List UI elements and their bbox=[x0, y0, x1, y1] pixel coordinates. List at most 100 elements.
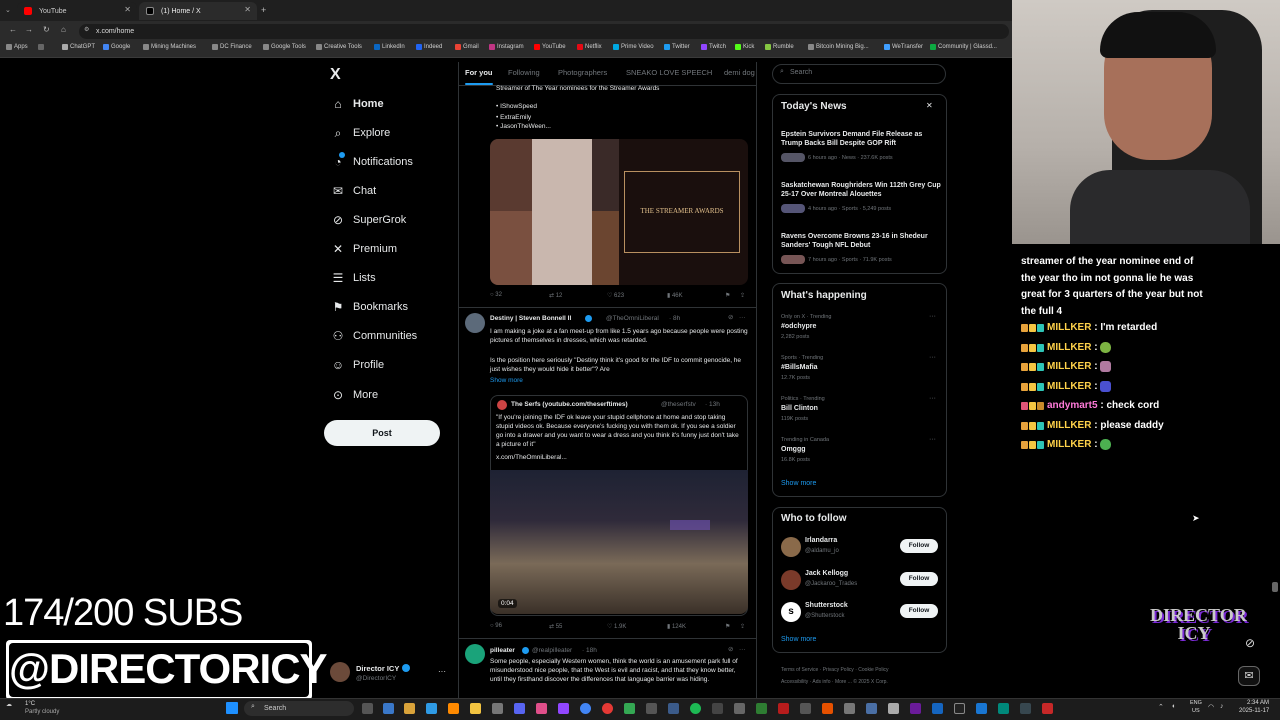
taskbar-search[interactable]: Search bbox=[244, 701, 354, 716]
folder-icon[interactable] bbox=[470, 703, 481, 714]
app-icon[interactable] bbox=[712, 703, 723, 714]
nav-chat[interactable]: ✉ Chat bbox=[331, 181, 376, 201]
footer-link[interactable]: Ads info bbox=[812, 679, 830, 685]
views-button[interactable]: ▮ 124K bbox=[667, 623, 686, 630]
bookmark-item[interactable]: Gmail bbox=[455, 44, 479, 50]
home-icon[interactable]: ⌂ bbox=[61, 25, 66, 34]
nav-premium[interactable]: ✕ Premium bbox=[331, 239, 397, 259]
footer-link[interactable]: Privacy Policy bbox=[823, 667, 854, 673]
bookmark-item[interactable]: LinkedIn bbox=[374, 44, 405, 50]
more-icon[interactable]: ··· bbox=[929, 313, 936, 320]
tray-chevron-icon[interactable]: ⌃ bbox=[1158, 703, 1164, 711]
edge-icon[interactable] bbox=[426, 703, 437, 714]
tab-x-home[interactable]: (1) Home / X ✕ bbox=[139, 2, 257, 20]
bookmark-item[interactable]: Rumble bbox=[765, 44, 794, 50]
tab-following[interactable]: Following bbox=[508, 68, 540, 77]
show-more-link[interactable]: Show more bbox=[490, 376, 523, 385]
app-icon[interactable] bbox=[844, 703, 855, 714]
share-icon[interactable]: ⇪ bbox=[740, 292, 745, 299]
task-view-icon[interactable] bbox=[362, 703, 373, 714]
app-icon[interactable] bbox=[866, 703, 877, 714]
app-icon[interactable] bbox=[492, 703, 503, 714]
bookmark-item[interactable]: ChatGPT bbox=[62, 44, 95, 50]
app-icon[interactable] bbox=[910, 703, 921, 714]
app-icon[interactable] bbox=[976, 703, 987, 714]
bookmark-item[interactable]: Twitter bbox=[664, 44, 690, 50]
x-logo[interactable]: X bbox=[330, 66, 341, 84]
nav-bookmarks[interactable]: ⚑ Bookmarks bbox=[331, 297, 408, 317]
nav-more[interactable]: ⊙ More bbox=[331, 385, 378, 405]
bookmark-icon[interactable]: ⚑ bbox=[725, 292, 730, 299]
bookmark-item[interactable]: Indeed bbox=[416, 44, 442, 50]
footer-link[interactable]: Cookie Policy bbox=[858, 667, 888, 673]
trend-name[interactable]: Omggg bbox=[781, 446, 806, 453]
close-icon[interactable]: ✕ bbox=[244, 5, 251, 14]
show-more-link[interactable]: Show more bbox=[781, 636, 816, 643]
quote-link[interactable]: x.com/TheOmniLiberal... bbox=[496, 453, 567, 462]
app-icon[interactable] bbox=[404, 703, 415, 714]
app-icon[interactable] bbox=[734, 703, 745, 714]
footer-link[interactable]: Accessibility bbox=[781, 679, 808, 685]
wifi-icon[interactable]: ◠ bbox=[1208, 703, 1214, 711]
tweet-video[interactable] bbox=[490, 470, 748, 614]
bookmark-item[interactable]: Netflix bbox=[577, 44, 602, 50]
app-icon[interactable] bbox=[778, 703, 789, 714]
news-headline[interactable]: Epstein Survivors Demand File Release as… bbox=[781, 130, 941, 148]
news-headline[interactable]: Saskatchewan Roughriders Win 112th Grey … bbox=[781, 181, 941, 199]
account-menu-icon[interactable]: ··· bbox=[438, 667, 446, 676]
app-icon[interactable] bbox=[536, 703, 547, 714]
windows-start-icon[interactable] bbox=[226, 702, 238, 714]
avatar[interactable] bbox=[781, 570, 801, 590]
trend-name[interactable]: #odchypre bbox=[781, 323, 816, 330]
tweet-author[interactable]: Destiny | Steven Bonnell II bbox=[490, 314, 571, 323]
twitch-icon[interactable] bbox=[558, 703, 569, 714]
close-icon[interactable]: ✕ bbox=[926, 101, 933, 110]
follow-name[interactable]: Jack Kellogg bbox=[805, 570, 848, 577]
bookmark-item[interactable]: Bitcoin Mining Big... bbox=[808, 44, 869, 50]
follow-name[interactable]: Irlandarra bbox=[805, 537, 837, 544]
grok-icon[interactable]: ⊘ bbox=[728, 313, 733, 322]
tab-demi-dog[interactable]: demi dog bbox=[724, 68, 755, 77]
app-icon[interactable] bbox=[383, 703, 394, 714]
follow-name[interactable]: Shutterstock bbox=[805, 602, 848, 609]
tab-sneako[interactable]: SNEAKO LOVE SPEECH bbox=[626, 68, 712, 77]
lang-indicator[interactable]: ENG bbox=[1190, 700, 1202, 706]
discord-icon[interactable] bbox=[514, 703, 525, 714]
more-icon[interactable]: ··· bbox=[929, 354, 936, 361]
avatar[interactable] bbox=[781, 537, 801, 557]
share-icon[interactable]: ⇪ bbox=[740, 623, 745, 630]
close-icon[interactable]: ✕ bbox=[124, 5, 131, 14]
tweet-author[interactable]: pilleater bbox=[490, 646, 515, 655]
avatar[interactable] bbox=[330, 662, 350, 682]
bookmark-item[interactable]: Apps bbox=[6, 44, 28, 50]
app-icon[interactable] bbox=[998, 703, 1009, 714]
app-icon[interactable] bbox=[888, 703, 899, 714]
shutterstock-logo[interactable]: s bbox=[781, 602, 801, 622]
bookmark-item[interactable]: DC Finance bbox=[212, 44, 252, 50]
bookmark-item[interactable]: Instagram bbox=[489, 44, 524, 50]
show-more-link[interactable]: Show more bbox=[781, 480, 816, 487]
more-icon[interactable]: ··· bbox=[739, 645, 746, 654]
obs-icon[interactable] bbox=[602, 703, 613, 714]
new-tab-icon[interactable]: + bbox=[261, 5, 266, 15]
bookmark-item[interactable]: Google Tools bbox=[263, 44, 306, 50]
scrollbar-thumb[interactable] bbox=[1272, 582, 1278, 592]
more-icon[interactable]: ··· bbox=[739, 313, 746, 322]
follow-button[interactable]: Follow bbox=[900, 572, 938, 586]
tab-for-you[interactable]: For you bbox=[465, 68, 493, 77]
bookmark-item[interactable]: Mining Machines bbox=[143, 44, 196, 50]
x-app-icon[interactable] bbox=[954, 703, 965, 714]
views-button[interactable]: ▮ 46K bbox=[667, 292, 683, 299]
tray-icon[interactable]: ◐ bbox=[1172, 703, 1176, 710]
reply-button[interactable]: ○ 32 bbox=[490, 292, 502, 298]
site-info-icon[interactable]: ⚙ bbox=[84, 26, 89, 33]
bookmark-item[interactable]: Prime Video bbox=[613, 44, 654, 50]
back-icon[interactable]: ← bbox=[9, 25, 17, 34]
mail-icon[interactable]: ✉ bbox=[1238, 666, 1260, 686]
tab-menu-icon[interactable]: ⌄ bbox=[5, 6, 11, 14]
volume-icon[interactable]: ♪ bbox=[1220, 703, 1224, 710]
nav-profile[interactable]: ☺ Profile bbox=[331, 355, 384, 375]
app-icon[interactable] bbox=[668, 703, 679, 714]
like-button[interactable]: ♡ 623 bbox=[607, 292, 624, 299]
follow-button[interactable]: Follow bbox=[900, 604, 938, 618]
